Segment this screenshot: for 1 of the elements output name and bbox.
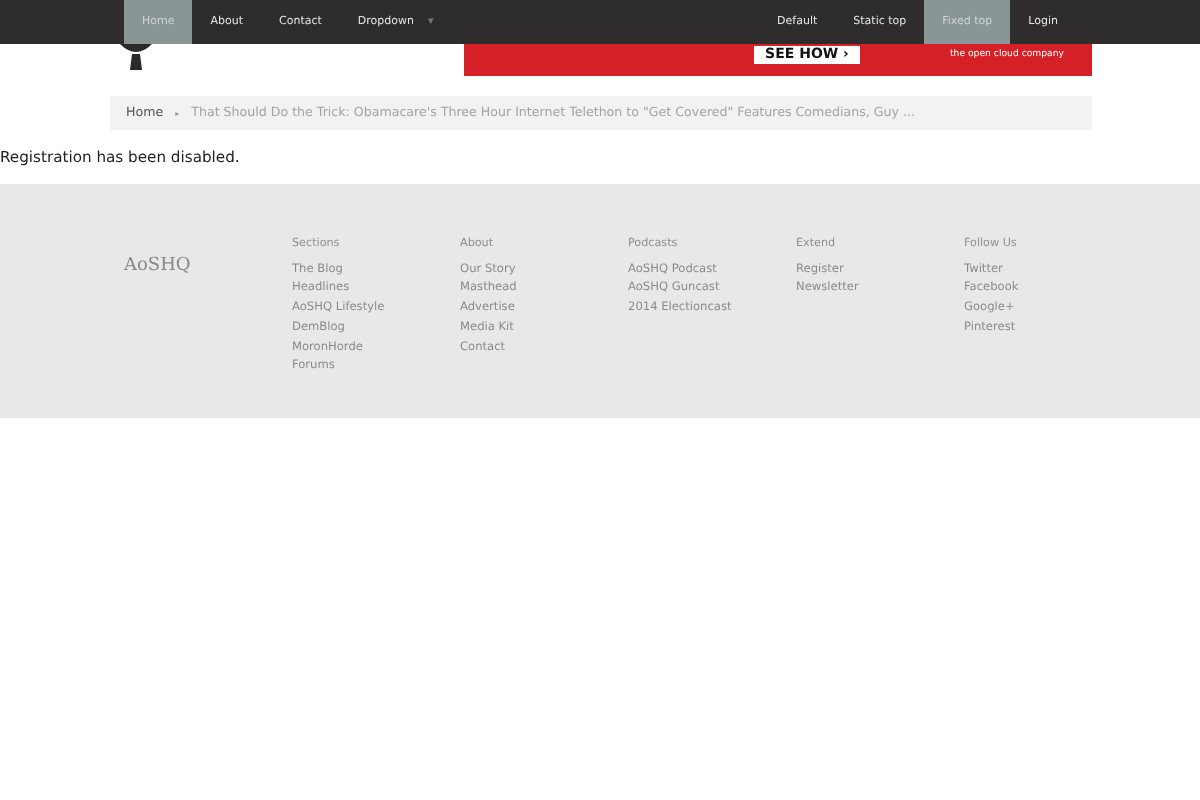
footer-logo[interactable]: AoSHQ (124, 256, 191, 277)
